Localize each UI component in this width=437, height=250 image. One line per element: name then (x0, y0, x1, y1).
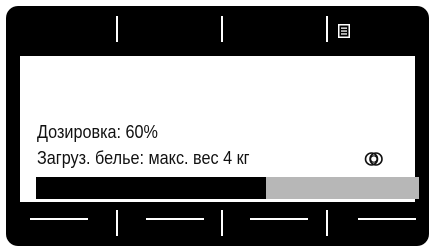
top-divider (326, 16, 328, 42)
softkey-1-dash[interactable] (30, 218, 88, 220)
dosage-text: Дозировка: 60% (37, 122, 158, 142)
top-divider (221, 16, 223, 42)
menu-list-icon[interactable] (337, 23, 351, 39)
bottom-divider (326, 210, 328, 236)
softkey-4-dash[interactable] (358, 218, 416, 220)
progress-fill (36, 177, 266, 199)
rings-icon (364, 152, 383, 166)
top-softkey-bar (6, 6, 429, 56)
bottom-divider (221, 210, 223, 236)
dosage-progress-bar (36, 177, 419, 199)
bottom-divider (116, 210, 118, 236)
appliance-display: Дозировка: 60% Загруз. белье: макс. вес … (6, 6, 429, 246)
display-screen: Дозировка: 60% Загруз. белье: макс. вес … (20, 56, 419, 202)
softkey-3-dash[interactable] (250, 218, 308, 220)
bottom-softkey-bar (6, 202, 429, 246)
menu-list-glyph (338, 24, 350, 38)
load-text: Загруз. белье: макс. вес 4 кг (37, 148, 250, 168)
top-divider (116, 16, 118, 42)
softkey-2-dash[interactable] (146, 218, 204, 220)
